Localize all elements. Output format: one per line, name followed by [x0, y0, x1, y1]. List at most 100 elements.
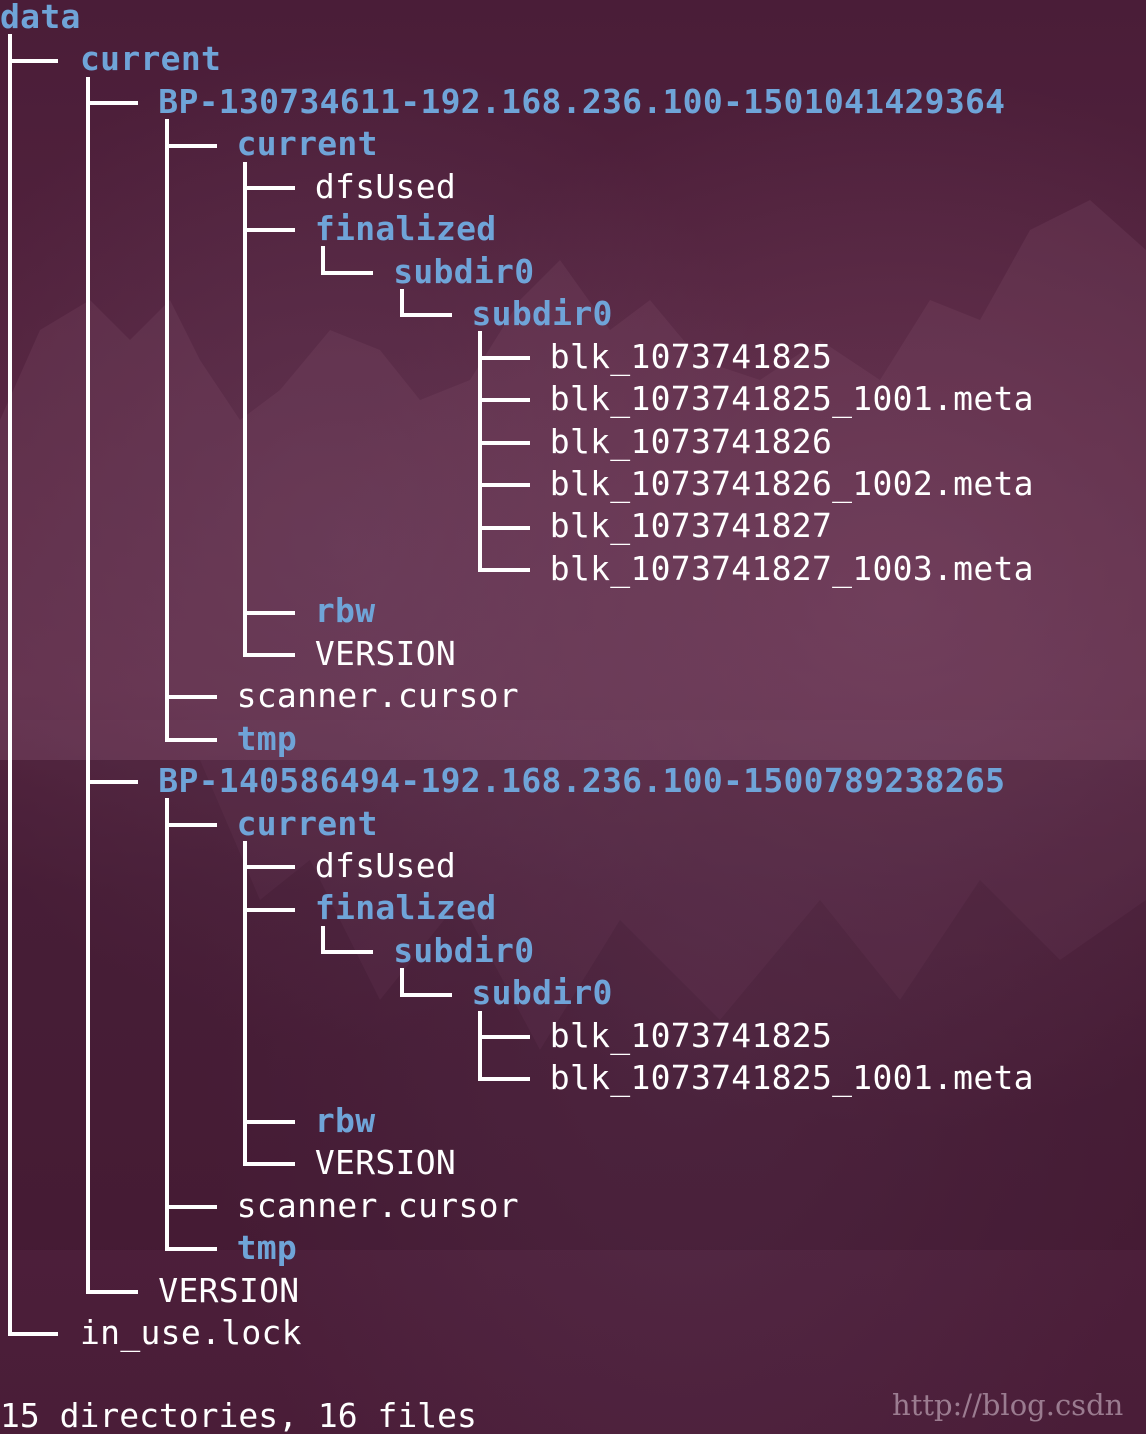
directory-name[interactable]: subdir0 — [472, 973, 613, 1012]
tree-branch-connector — [86, 101, 139, 106]
file-name[interactable]: in_use.lock — [80, 1313, 302, 1352]
tree-trunk-connector — [8, 34, 12, 1337]
tree-branch-connector — [242, 1162, 295, 1167]
tree-trunk-connector — [164, 119, 169, 742]
tree-entry-directory: tmp — [237, 1227, 298, 1270]
file-name[interactable]: blk_1073741825 — [550, 337, 832, 376]
file-name[interactable]: dfsUsed — [315, 846, 456, 885]
file-name[interactable]: blk_1073741827 — [550, 506, 832, 545]
file-name[interactable]: dfsUsed — [315, 167, 456, 206]
directory-name[interactable]: BP-140586494-192.168.236.100-15007892382… — [158, 761, 1005, 800]
file-name[interactable]: VERSION — [158, 1271, 299, 1310]
tree-trunk-connector — [321, 246, 326, 275]
tree-entry-file: blk_1073741825_1001.meta — [550, 378, 1034, 421]
directory-name[interactable]: finalized — [315, 888, 497, 927]
tree-branch-connector — [164, 822, 217, 827]
tree-entry-file: scanner.cursor — [237, 1185, 519, 1228]
file-name[interactable]: blk_1073741825_1001.meta — [550, 379, 1034, 418]
tree-branch-connector — [164, 1247, 217, 1252]
directory-name[interactable]: tmp — [237, 719, 298, 758]
tree-entry-file: dfsUsed — [315, 166, 456, 209]
tree-branch-connector — [242, 610, 295, 615]
directory-name[interactable]: rbw — [315, 1101, 376, 1140]
tree-entry-file: scanner.cursor — [237, 675, 519, 718]
tree-branch-connector — [477, 398, 530, 403]
tree-branch-connector — [8, 58, 58, 63]
tree-trunk-connector — [242, 161, 247, 657]
tree-output: data current BP-130734611-192.168.236.100-… — [0, 0, 1146, 1434]
tree-branch-connector — [399, 992, 452, 997]
tree-branch-connector — [477, 1035, 530, 1040]
tree-branch-connector — [477, 440, 530, 445]
tree-branch-connector — [242, 186, 295, 191]
tree-root: data — [0, 0, 81, 39]
terminal-window[interactable]: data current BP-130734611-192.168.236.100-… — [0, 0, 1146, 1434]
tree-branch-connector — [321, 270, 374, 275]
file-name[interactable]: scanner.cursor — [237, 676, 519, 715]
tree-branch-connector — [164, 1204, 217, 1209]
tree-branch-connector — [399, 313, 452, 318]
tree-entry-file: blk_1073741825 — [550, 336, 832, 379]
file-name[interactable]: VERSION — [315, 1143, 456, 1182]
tree-branch-connector — [164, 143, 217, 148]
tree-branch-connector — [242, 865, 295, 870]
tree-entry-directory: BP-140586494-192.168.236.100-15007892382… — [158, 760, 1005, 803]
root-directory-name[interactable]: data — [0, 0, 81, 36]
tree-branch-connector — [164, 695, 217, 700]
directory-name[interactable]: subdir0 — [472, 294, 613, 333]
file-name[interactable]: blk_1073741825_1001.meta — [550, 1058, 1034, 1097]
directory-name[interactable]: subdir0 — [393, 931, 534, 970]
tree-entry-directory: rbw — [315, 590, 376, 633]
tree-entry-file: blk_1073741825 — [550, 1015, 832, 1058]
tree-entry-file: blk_1073741825_1001.meta — [550, 1057, 1034, 1100]
tree-entry-directory: subdir0 — [393, 930, 534, 973]
tree-entry-file: in_use.lock — [80, 1312, 302, 1355]
tree-entry-file: VERSION — [315, 633, 456, 676]
tree-trunk-connector — [86, 76, 91, 1294]
tree-branch-connector — [477, 1077, 530, 1082]
tree-branch-connector — [86, 780, 139, 785]
directory-name[interactable]: current — [80, 39, 221, 78]
tree-trunk-connector — [399, 288, 404, 318]
tree-branch-connector — [321, 950, 374, 955]
tree-entry-directory: rbw — [315, 1100, 376, 1143]
tree-entry-directory: current — [237, 803, 378, 846]
tree-branch-connector — [477, 568, 530, 573]
tree-branch-connector — [86, 1289, 139, 1294]
tree-branch-connector — [477, 525, 530, 530]
tree-branch-connector — [242, 907, 295, 912]
tree-entry-directory: finalized — [315, 887, 497, 930]
directory-name[interactable]: rbw — [315, 591, 376, 630]
watermark-text: http://blog.csdn — [892, 1388, 1124, 1422]
file-name[interactable]: scanner.cursor — [237, 1186, 519, 1225]
directory-name[interactable]: finalized — [315, 209, 497, 248]
directory-name[interactable]: subdir0 — [393, 252, 534, 291]
tree-trunk-connector — [477, 1010, 482, 1082]
tree-branch-connector — [164, 737, 217, 742]
tree-trunk-connector — [399, 968, 404, 997]
tree-entry-directory: subdir0 — [393, 251, 534, 294]
file-name[interactable]: blk_1073741826_1002.meta — [550, 464, 1034, 503]
file-name[interactable]: blk_1073741825 — [550, 1016, 832, 1055]
tree-branch-connector — [477, 355, 530, 360]
tree-branch-connector — [477, 483, 530, 488]
directory-name[interactable]: BP-130734611-192.168.236.100-15010414293… — [158, 82, 1005, 121]
directory-name[interactable]: current — [237, 804, 378, 843]
tree-trunk-connector — [321, 925, 326, 955]
tree-trunk-connector — [164, 798, 169, 1252]
tree-entry-file: blk_1073741827_1003.meta — [550, 548, 1034, 591]
tree-entry-directory: subdir0 — [472, 972, 613, 1015]
file-name[interactable]: VERSION — [315, 634, 456, 673]
tree-entry-file: VERSION — [158, 1270, 299, 1313]
tree-entry-directory: subdir0 — [472, 293, 613, 336]
tree-entry-directory: current — [237, 123, 378, 166]
tree-branch-connector — [242, 1119, 295, 1124]
tree-entry-file: VERSION — [315, 1142, 456, 1185]
tree-entry-file: blk_1073741827 — [550, 505, 832, 548]
directory-name[interactable]: tmp — [237, 1228, 298, 1267]
file-name[interactable]: blk_1073741826 — [550, 422, 832, 461]
file-name[interactable]: blk_1073741827_1003.meta — [550, 549, 1034, 588]
tree-entry-directory: current — [80, 38, 221, 81]
tree-entry-directory: finalized — [315, 208, 497, 251]
directory-name[interactable]: current — [237, 124, 378, 163]
